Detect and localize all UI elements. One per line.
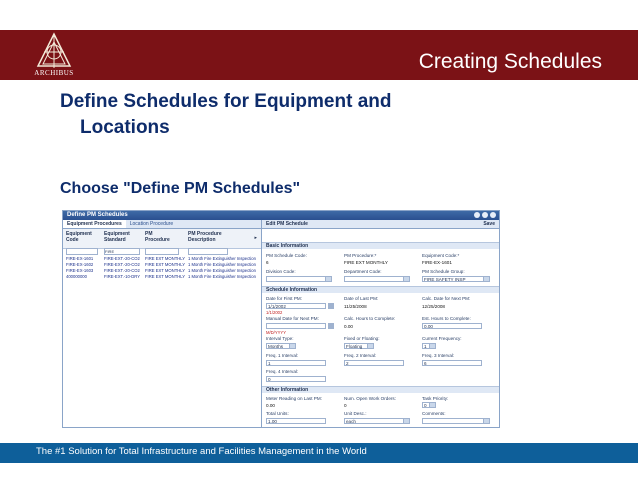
label-freq4: Freq. 4 Interval:	[266, 369, 299, 374]
tab-equipment-procedures[interactable]: Equipment Procedures	[63, 220, 126, 228]
slide-title: Creating Schedules	[418, 50, 602, 73]
date-first-pm-input[interactable]: 1/1/2002	[266, 303, 326, 309]
window-titlebar: Define PM Schedules	[63, 211, 499, 220]
label-calc-hours: Calc. Hours to Complete:	[344, 316, 396, 321]
label-comments: Comments:	[422, 411, 446, 416]
pm-schedule-group-select[interactable]: FIRE SAFETY INSP	[422, 276, 490, 282]
unit-desc-select[interactable]: each	[344, 418, 410, 424]
calendar-icon[interactable]	[328, 323, 334, 329]
minimize-icon[interactable]	[482, 212, 488, 218]
edit-pm-schedule-panel: Edit PM Schedule Save Basic Information …	[262, 220, 499, 427]
section-basic-information: Basic Information	[262, 242, 499, 249]
value-calc-hours: 0.00	[344, 324, 353, 329]
edit-panel-title: Edit PM Schedule	[266, 221, 308, 227]
label-num-open-work-orders: Num. Open Work Orders:	[344, 396, 396, 401]
label-total-units: Total Units:	[266, 411, 289, 416]
date-format-hint: M/D/YYYY	[266, 330, 287, 335]
label-current-frequency: Current Frequency:	[422, 336, 462, 341]
column-equipment-code[interactable]: Equipment Code	[66, 231, 98, 243]
current-frequency-select[interactable]: 1	[422, 343, 436, 349]
label-fixed-floating: Fixed or Floating:	[344, 336, 380, 341]
edit-panel-header: Edit PM Schedule Save	[262, 220, 499, 229]
cell-pm-procedure: FIRE EXT MONTHLY	[145, 274, 186, 279]
label-date-last-pm: Date of Last PM:	[344, 296, 379, 301]
section-other-information: Other Information	[262, 386, 499, 393]
slide-heading: Define Schedules for Equipment and Locat…	[60, 89, 480, 141]
freq3-input[interactable]: 6	[422, 360, 482, 366]
value-pm-procedure: FIRE EXT MONTHLY	[344, 260, 388, 265]
filter-equipment-standard[interactable]: FIRE	[104, 248, 140, 255]
label-est-hours: Est. Hours to Complete:	[422, 316, 471, 321]
section-schedule-information: Schedule Information	[262, 286, 499, 293]
total-units-input[interactable]: 1.00	[266, 418, 326, 424]
value-num-open-work-orders: 0	[344, 403, 347, 408]
value-pm-schedule-code: 6	[266, 260, 269, 265]
label-equipment-code: Equipment Code:*	[422, 253, 460, 258]
label-division-code: Division Code:	[266, 269, 296, 274]
close-icon[interactable]	[490, 212, 496, 218]
department-code-select[interactable]	[344, 276, 410, 282]
tab-location-procedure[interactable]: Location Procedure	[126, 220, 177, 228]
cell-equipment-code: 400000000	[66, 274, 87, 279]
table-row[interactable]: 400000000 FIRE-EXT.-10-DRY FIRE EXT MONT…	[63, 274, 261, 280]
save-button[interactable]: Save	[483, 220, 495, 228]
tab-bar: Equipment Procedures Location Procedure	[63, 220, 261, 229]
window-title: Define PM Schedules	[67, 212, 128, 218]
fixed-floating-select[interactable]: Floating	[344, 343, 374, 349]
procedures-panel: Equipment Procedures Location Procedure E…	[63, 220, 262, 427]
value-calc-date-next-pm: 12/25/2008	[422, 304, 445, 309]
label-freq3: Freq. 3 Interval:	[422, 353, 455, 358]
comments-field[interactable]	[422, 418, 490, 424]
label-meter-reading: Meter Reading on Last PM:	[266, 396, 322, 401]
grid-header: Equipment Code Equipment Standard PM Pro…	[63, 229, 261, 249]
label-calc-date-next-pm: Calc. Date for Next PM:	[422, 296, 471, 301]
label-pm-schedule-code: PM Schedule Code:	[266, 253, 307, 258]
column-pm-procedure-description[interactable]: PM Procedure Description	[188, 231, 248, 243]
label-freq1: Freq. 1 Interval:	[266, 353, 299, 358]
est-hours-input[interactable]: 0.00	[422, 323, 482, 329]
interval-type-select[interactable]: Months	[266, 343, 296, 349]
filter-pm-procedure[interactable]	[145, 248, 179, 255]
heading-line-2: Locations	[80, 117, 170, 138]
column-equipment-standard[interactable]: Equipment Standard	[104, 231, 138, 243]
label-pm-procedure: PM Procedure:*	[344, 253, 377, 258]
freq4-input[interactable]: 0	[266, 376, 326, 382]
label-freq2: Freq. 2 Interval:	[344, 353, 377, 358]
label-interval-type: Interval Type:	[266, 336, 294, 341]
value-date-last-pm: 11/25/2008	[344, 304, 367, 309]
value-equipment-code: FIRE-EX-1601	[422, 260, 452, 265]
filter-pm-procedure-description[interactable]	[188, 248, 228, 255]
footer-text: The #1 Solution for Total Infrastructure…	[36, 446, 367, 457]
cell-pm-description: 1 Month Fire Extinguisher Inspection	[188, 274, 256, 279]
freq2-input[interactable]: 2	[344, 360, 404, 366]
value-meter-reading: 0.00	[266, 403, 275, 408]
label-unit-desc: Unit Desc.:	[344, 411, 367, 416]
label-task-priority: Task Priority:	[422, 396, 449, 401]
cell-equipment-standard: FIRE-EXT.-10-DRY	[104, 274, 140, 279]
column-pm-procedure[interactable]: PM Procedure	[145, 231, 177, 243]
filter-equipment-code[interactable]	[66, 248, 98, 255]
calendar-icon[interactable]	[328, 303, 334, 309]
app-window: Define PM Schedules Equipment Procedures…	[62, 210, 500, 428]
label-department-code: Department Code:	[344, 269, 382, 274]
column-menu-icon[interactable]: ▸	[254, 235, 257, 241]
refresh-icon[interactable]	[474, 212, 480, 218]
division-code-select[interactable]	[266, 276, 332, 282]
heading-line-1: Define Schedules for Equipment and	[60, 91, 392, 112]
slide-subheading: Choose "Define PM Schedules"	[60, 180, 301, 197]
label-pm-schedule-group: PM Schedule Group:	[422, 269, 465, 274]
date-first-pm-hint: 1/1/2002	[266, 310, 283, 315]
label-manual-date-next-pm: Manual Date for Next PM:	[266, 316, 319, 321]
label-date-first-pm: Date for First PM:	[266, 296, 302, 301]
task-priority-select[interactable]: 0	[422, 402, 436, 408]
logo-text: ARCHIBUS	[34, 69, 74, 77]
freq1-input[interactable]: 1	[266, 360, 326, 366]
manual-date-next-pm-input[interactable]	[266, 323, 326, 329]
